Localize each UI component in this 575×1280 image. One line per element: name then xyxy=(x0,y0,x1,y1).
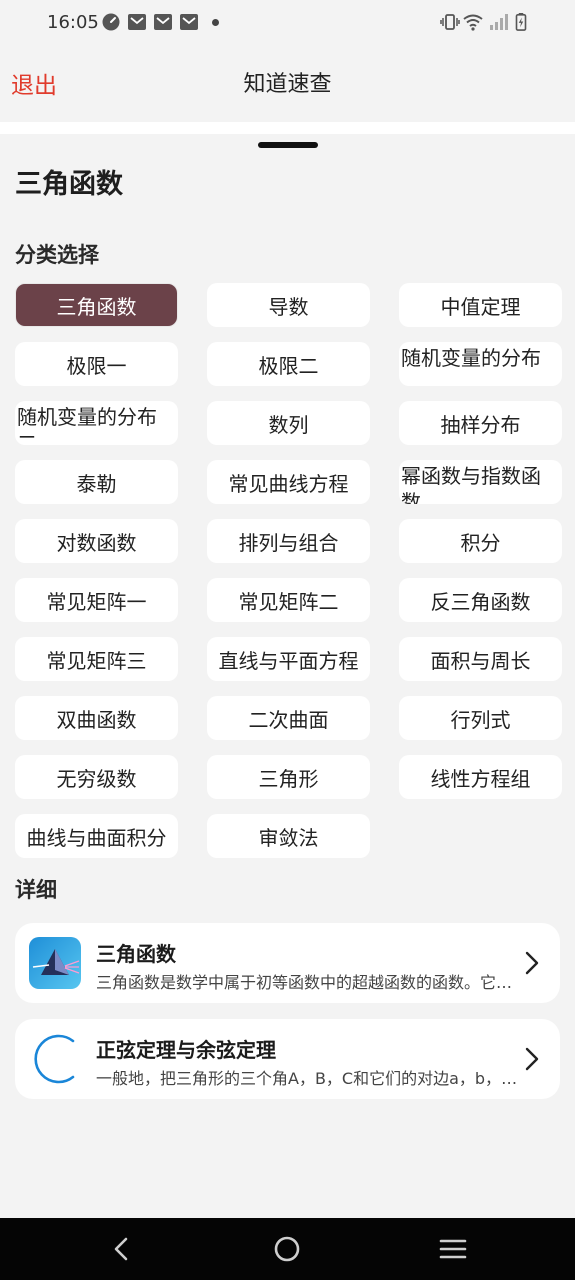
page-title: 知道速查 xyxy=(243,72,332,97)
detail-card[interactable]: 三角函数 三角函数是数学中属于初等函数中的超越函数的函数。它们的本质是任何角的集… xyxy=(15,923,560,1003)
category-chip-sanjiaoxing[interactable]: 三角形 xyxy=(207,755,370,799)
detail-card-title: 三角函数 xyxy=(96,942,176,966)
category-chip-wuqiongjishu[interactable]: 无穷级数 xyxy=(15,755,178,799)
category-chip-juzhen3[interactable]: 常见矩阵三 xyxy=(15,637,178,681)
vibrate-icon xyxy=(440,14,460,30)
drag-handle[interactable] xyxy=(258,142,318,148)
category-chip-zhongzhidingli[interactable]: 中值定理 xyxy=(399,283,562,327)
speedometer-icon xyxy=(102,13,120,31)
status-time: 16:05 xyxy=(47,12,99,33)
category-chip-shuangquhanshu[interactable]: 双曲函数 xyxy=(15,696,178,740)
category-grid: 三角函数 导数 中值定理 极限一 极限二 随机变量的分布 随机变量的分布二 数列… xyxy=(15,283,562,858)
category-chip-jixian2[interactable]: 极限二 xyxy=(207,342,370,386)
category-chip-mihanshu[interactable]: 幂函数与指数函数 xyxy=(399,460,562,504)
sheet-title: 三角函数 xyxy=(15,169,123,200)
top-bar: 退出 知道速查 xyxy=(0,48,575,122)
navigation-bar xyxy=(0,1218,575,1280)
category-chip-sanjiaohanshu[interactable]: 三角函数 xyxy=(15,283,178,327)
arc-icon xyxy=(29,1033,81,1085)
category-chip-mianjizhouchang[interactable]: 面积与周长 xyxy=(399,637,562,681)
signal-icon xyxy=(490,14,508,30)
mail-icon xyxy=(180,14,198,30)
recents-icon[interactable] xyxy=(438,1234,468,1264)
detail-card-description: 一般地，把三角形的三个角A，B，C和它们的对边a，b，c叫做三角形的元素。 xyxy=(96,1069,520,1088)
category-chip-hanglieshi[interactable]: 行列式 xyxy=(399,696,562,740)
category-chip-fansanjiao[interactable]: 反三角函数 xyxy=(399,578,562,622)
bottom-sheet: 三角函数 分类选择 三角函数 导数 中值定理 极限一 极限二 随机变量的分布 随… xyxy=(0,134,575,1218)
category-chip-juzhen2[interactable]: 常见矩阵二 xyxy=(207,578,370,622)
battery-charging-icon xyxy=(515,13,527,31)
detail-card[interactable]: 正弦定理与余弦定理 一般地，把三角形的三个角A，B，C和它们的对边a，b，c叫做… xyxy=(15,1019,560,1099)
prism-icon xyxy=(29,937,81,989)
divider-strip xyxy=(0,122,575,134)
category-chip-suijibianliang2[interactable]: 随机变量的分布二 xyxy=(15,401,178,445)
category-section-label: 分类选择 xyxy=(15,243,99,267)
category-chip-xianxingfangcheng[interactable]: 线性方程组 xyxy=(399,755,562,799)
chevron-right-icon xyxy=(525,951,539,975)
category-chip-quxianqumianjifen[interactable]: 曲线与曲面积分 xyxy=(15,814,178,858)
category-chip-taile[interactable]: 泰勒 xyxy=(15,460,178,504)
category-chip-jixian1[interactable]: 极限一 xyxy=(15,342,178,386)
category-chip-chouyangfenbu[interactable]: 抽样分布 xyxy=(399,401,562,445)
category-chip-juzhen1[interactable]: 常见矩阵一 xyxy=(15,578,178,622)
back-icon[interactable] xyxy=(107,1234,137,1264)
home-icon[interactable] xyxy=(272,1234,302,1264)
detail-card-title: 正弦定理与余弦定理 xyxy=(96,1038,276,1062)
category-chip-shulie[interactable]: 数列 xyxy=(207,401,370,445)
category-chip-suijibianliang1[interactable]: 随机变量的分布 xyxy=(399,342,562,386)
detail-card-description: 三角函数是数学中属于初等函数中的超越函数的函数。它们的本质是任何角的集合与一个比… xyxy=(96,973,520,992)
status-bar: 16:05 xyxy=(0,0,575,48)
detail-section-label: 详细 xyxy=(15,878,57,902)
notification-dot-icon xyxy=(212,19,219,26)
wifi-icon xyxy=(463,14,483,31)
category-chip-pailiezuhe[interactable]: 排列与组合 xyxy=(207,519,370,563)
category-chip-shenlianfa[interactable]: 审敛法 xyxy=(207,814,370,858)
category-chip-zhixianpingmian[interactable]: 直线与平面方程 xyxy=(207,637,370,681)
category-chip-daoshu[interactable]: 导数 xyxy=(207,283,370,327)
category-chip-changjianquxian[interactable]: 常见曲线方程 xyxy=(207,460,370,504)
chevron-right-icon xyxy=(525,1047,539,1071)
category-chip-ercioqumian[interactable]: 二次曲面 xyxy=(207,696,370,740)
category-chip-jifen[interactable]: 积分 xyxy=(399,519,562,563)
mail-icon xyxy=(154,14,172,30)
mail-icon xyxy=(128,14,146,30)
category-chip-duishuhanshu[interactable]: 对数函数 xyxy=(15,519,178,563)
